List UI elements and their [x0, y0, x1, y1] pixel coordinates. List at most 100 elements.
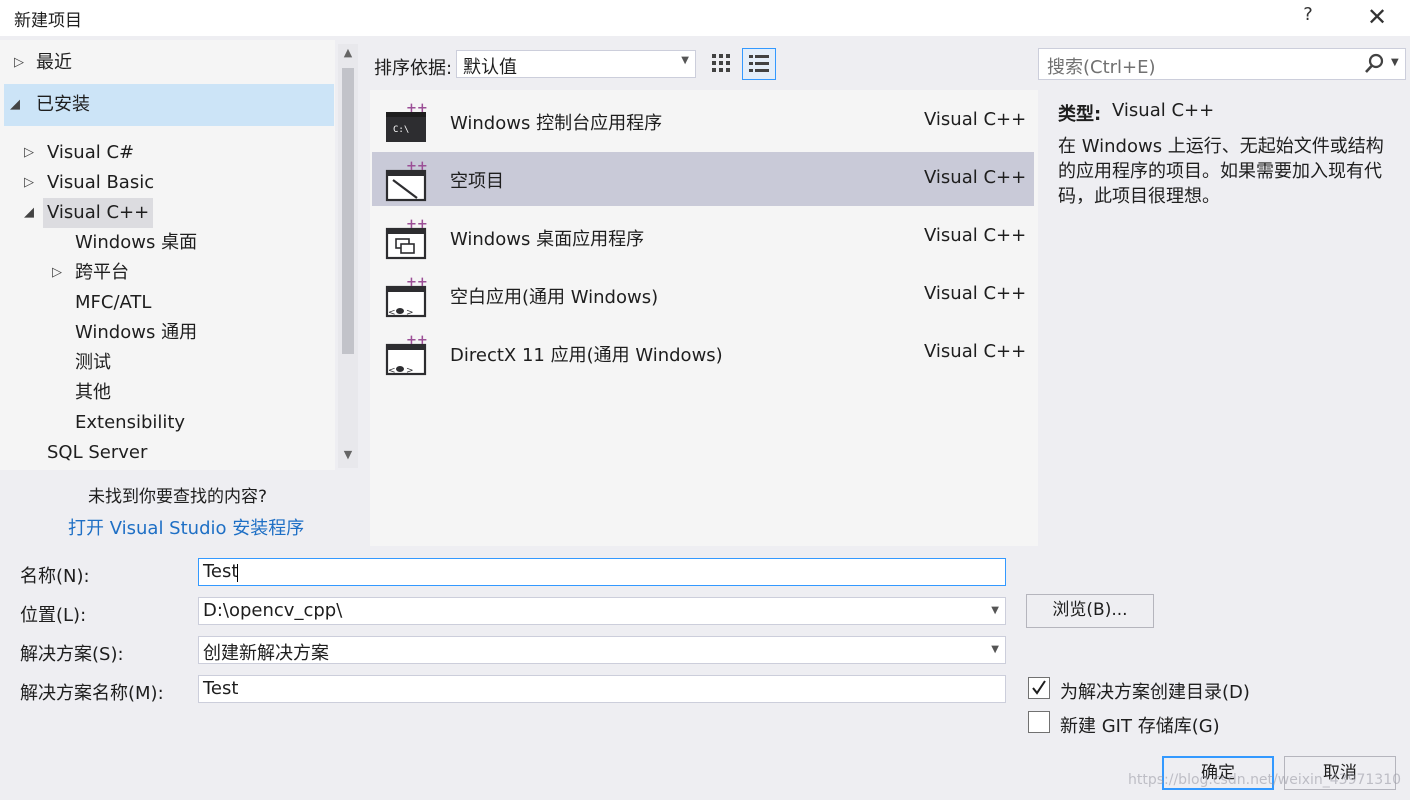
- list-view-button[interactable]: [742, 48, 776, 80]
- tree-item-test[interactable]: 测试: [0, 348, 335, 378]
- template-row-directx-app[interactable]: < > ++ DirectX 11 应用(通用 Windows) Visual …: [372, 326, 1034, 380]
- tree-scrollbar[interactable]: ▲ ▼: [338, 44, 358, 468]
- sort-value: 默认值: [463, 57, 517, 78]
- tree-item-label: Visual Basic: [47, 172, 155, 193]
- tree-item-label: MFC/ATL: [75, 292, 152, 313]
- template-language: Visual C++: [924, 167, 1027, 188]
- name-value: Test: [203, 561, 239, 582]
- tree-item-windows-desktop[interactable]: Windows 桌面: [0, 228, 335, 258]
- location-label: 位置(L):: [20, 605, 87, 626]
- scroll-thumb[interactable]: [342, 68, 354, 354]
- dropdown-arrow-icon[interactable]: ▼: [991, 644, 999, 655]
- sort-dropdown[interactable]: 默认值 ▼: [456, 50, 696, 78]
- window-title: 新建项目: [14, 11, 82, 31]
- solution-name-value: Test: [203, 678, 239, 699]
- checkmark-icon: [1032, 680, 1046, 695]
- expanded-arrow-icon[interactable]: ◢: [10, 84, 22, 126]
- svg-text:<: <: [388, 308, 396, 318]
- solution-value: 创建新解决方案: [203, 643, 329, 664]
- tree-item-label: SQL Server: [47, 442, 148, 463]
- tree-item-mfc-atl[interactable]: MFC/ATL: [0, 288, 335, 318]
- template-category-tree: ▷ 最近 ◢ 已安装 ▷ Visual C# ▷ Visual Basic ◢ …: [0, 40, 335, 470]
- tree-item-extensibility[interactable]: Extensibility: [0, 408, 335, 438]
- description-text: 在 Windows 上运行、无起始文件或结构的应用程序的项目。如果需要加入现有代…: [1058, 136, 1384, 207]
- tree-item-windows-universal[interactable]: Windows 通用: [0, 318, 335, 348]
- create-directory-checkbox[interactable]: [1028, 677, 1050, 699]
- search-input[interactable]: 搜索(Ctrl+E) ▼: [1038, 48, 1406, 80]
- name-label: 名称(N):: [20, 566, 90, 587]
- tree-item-visual-csharp[interactable]: ▷ Visual C#: [0, 138, 335, 168]
- scroll-up-arrow-icon[interactable]: ▲: [338, 46, 358, 62]
- name-input[interactable]: Test: [198, 558, 1006, 586]
- svg-text:>: >: [406, 308, 414, 318]
- create-git-repo-checkbox[interactable]: [1028, 711, 1050, 733]
- create-directory-label: 为解决方案创建目录(D): [1060, 682, 1250, 703]
- template-row-empty-project[interactable]: ++ 空项目 Visual C++: [372, 152, 1034, 206]
- directx-app-icon: < > ++: [385, 334, 428, 376]
- template-name: Windows 桌面应用程序: [450, 229, 645, 250]
- collapsed-arrow-icon[interactable]: ▷: [14, 48, 26, 78]
- tree-item-label: 跨平台: [75, 262, 129, 283]
- svg-text:<: <: [388, 366, 396, 376]
- template-language: Visual C++: [924, 283, 1027, 304]
- tree-item-label: Extensibility: [75, 412, 186, 433]
- tree-item-label: 其他: [75, 382, 111, 403]
- browse-button[interactable]: 浏览(B)...: [1026, 594, 1154, 628]
- search-options-arrow-icon[interactable]: ▼: [1391, 57, 1399, 68]
- solution-label: 解决方案(S):: [20, 644, 124, 665]
- tree-item-other[interactable]: 其他: [0, 378, 335, 408]
- tree-item-label: 测试: [75, 352, 111, 373]
- template-row-desktop-app[interactable]: ++ Windows 桌面应用程序 Visual C++: [372, 210, 1034, 264]
- tree-item-recent[interactable]: ▷ 最近: [0, 48, 335, 78]
- scroll-down-arrow-icon[interactable]: ▼: [338, 448, 358, 464]
- tree-item-cross-platform[interactable]: ▷ 跨平台: [0, 258, 335, 288]
- collapsed-arrow-icon[interactable]: ▷: [24, 138, 36, 168]
- template-row-console-app[interactable]: C:\ ++ Windows 控制台应用程序 Visual C++: [372, 94, 1034, 148]
- tree-item-label: Visual C++: [43, 198, 154, 228]
- tree-item-label: 已安装: [36, 94, 90, 115]
- location-combobox[interactable]: D:\opencv_cpp\ ▼: [198, 597, 1006, 625]
- grid-view-icon: [712, 54, 730, 72]
- collapsed-arrow-icon[interactable]: ▷: [52, 258, 64, 288]
- expanded-arrow-icon[interactable]: ◢: [24, 198, 36, 228]
- sort-label: 排序依据:: [374, 58, 453, 79]
- template-row-blank-uwp-app[interactable]: < > ++ 空白应用(通用 Windows) Visual C++: [372, 268, 1034, 322]
- template-name: 空白应用(通用 Windows): [450, 287, 659, 308]
- grid-view-button[interactable]: [706, 48, 738, 80]
- svg-text:>: >: [406, 366, 414, 376]
- blank-uwp-app-icon: < > ++: [385, 276, 428, 318]
- template-name: DirectX 11 应用(通用 Windows): [450, 345, 723, 366]
- svg-text:++: ++: [406, 334, 428, 348]
- template-language: Visual C++: [924, 109, 1027, 130]
- template-description-pane: 类型: Visual C++ 在 Windows 上运行、无起始文件或结构的应用…: [1040, 90, 1410, 546]
- desktop-app-icon: ++: [385, 218, 428, 260]
- empty-project-icon: ++: [385, 160, 428, 202]
- template-language: Visual C++: [924, 341, 1027, 362]
- tree-item-visual-cpp[interactable]: ◢ Visual C++: [0, 198, 335, 228]
- tree-item-sql-server[interactable]: SQL Server: [0, 438, 335, 468]
- dropdown-arrow-icon[interactable]: ▼: [991, 605, 999, 616]
- not-found-text: 未找到你要查找的内容?: [88, 487, 268, 507]
- tree-item-label: 最近: [36, 52, 72, 73]
- solution-dropdown[interactable]: 创建新解决方案 ▼: [198, 636, 1006, 664]
- solution-name-label: 解决方案名称(M):: [20, 683, 164, 704]
- open-installer-link[interactable]: 打开 Visual Studio 安装程序: [68, 514, 304, 540]
- svg-text:++: ++: [406, 276, 428, 290]
- tree-item-installed[interactable]: ◢ 已安装: [4, 84, 334, 126]
- watermark-text: https://blog.csdn.net/weixin_43971310: [1128, 772, 1402, 788]
- close-button[interactable]: ✕: [1364, 4, 1390, 30]
- template-name: Windows 控制台应用程序: [450, 113, 663, 134]
- help-button[interactable]: ?: [1298, 4, 1318, 30]
- tree-item-label: Windows 通用: [75, 322, 198, 343]
- location-value: D:\opencv_cpp\: [203, 600, 343, 621]
- solution-name-input[interactable]: Test: [198, 675, 1006, 703]
- template-language: Visual C++: [924, 225, 1027, 246]
- tree-item-visual-basic[interactable]: ▷ Visual Basic: [0, 168, 335, 198]
- search-placeholder: 搜索(Ctrl+E): [1047, 57, 1156, 78]
- svg-text:C:\: C:\: [393, 125, 409, 135]
- svg-text:++: ++: [406, 102, 428, 116]
- list-view-icon: [749, 55, 769, 72]
- svg-text:++: ++: [406, 160, 428, 174]
- search-icon[interactable]: [1361, 51, 1387, 77]
- collapsed-arrow-icon[interactable]: ▷: [24, 168, 36, 198]
